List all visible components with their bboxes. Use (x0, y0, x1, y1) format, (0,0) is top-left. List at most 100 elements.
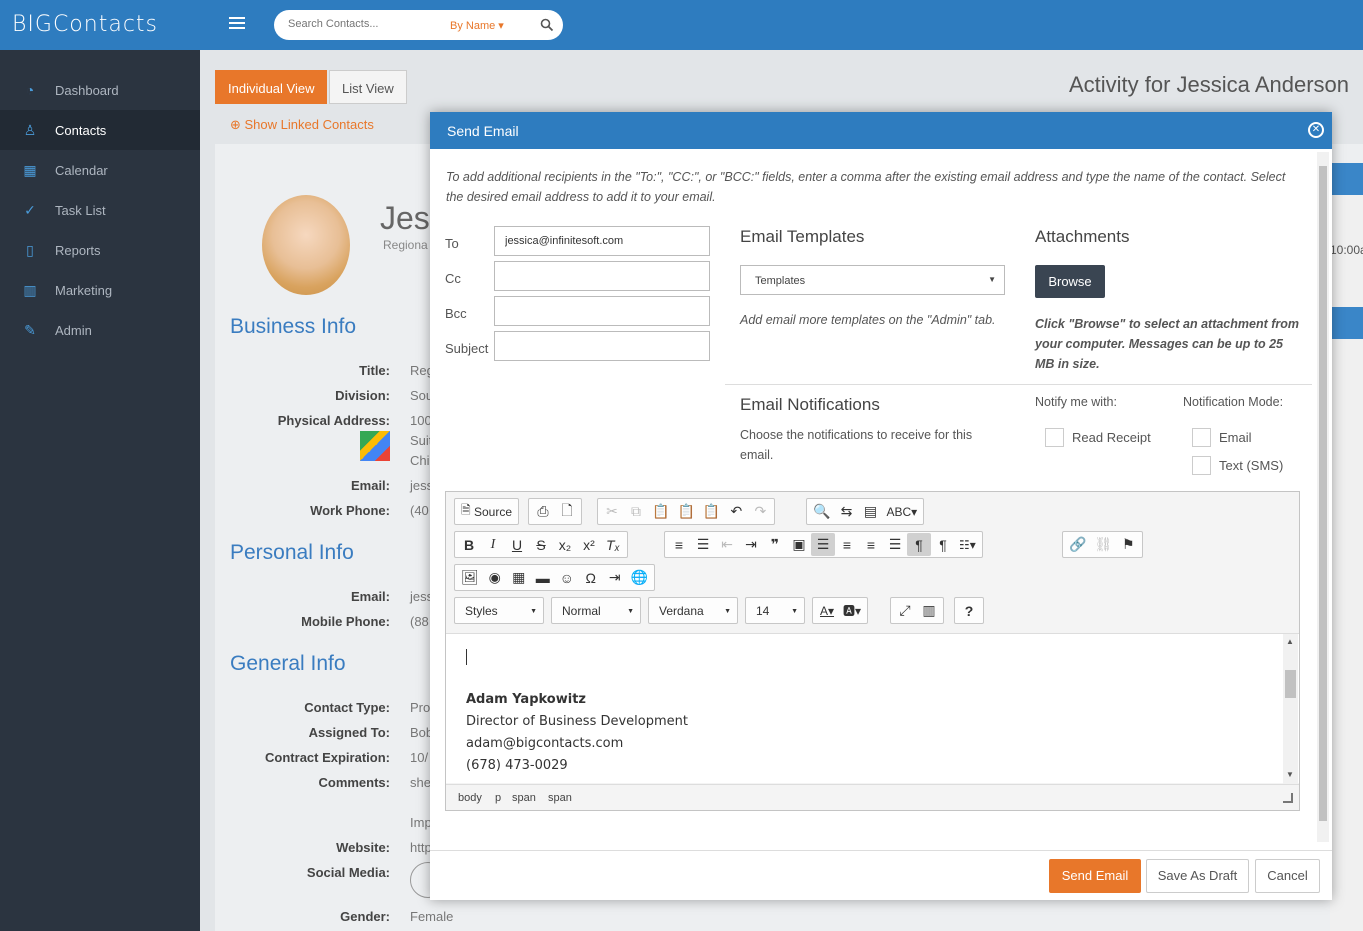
search-by-dropdown[interactable]: By Name ▾ (450, 19, 504, 32)
list-view-button[interactable]: List View (329, 70, 407, 104)
editor-content-area[interactable]: Adam Yapkowitz Director of Business Deve… (446, 633, 1299, 784)
align-left-icon[interactable]: ☰ (811, 533, 835, 556)
find-icon[interactable]: 🔍 (809, 500, 834, 523)
font-dropdown[interactable]: Verdana ▼ (648, 597, 738, 624)
flash-icon[interactable]: ◉ (483, 566, 507, 589)
paste-word-icon[interactable]: 📋 (699, 500, 724, 523)
sidebar-item-label: Contacts (55, 123, 107, 138)
italic-icon[interactable]: I (481, 533, 505, 556)
maximize-icon[interactable]: ⤢ (893, 599, 917, 622)
horizontal-line-icon[interactable]: ▬ (531, 566, 555, 589)
replace-icon[interactable]: ⇆ (834, 500, 858, 523)
background-color-icon[interactable]: 🅰▾ (839, 599, 865, 622)
show-linked-contacts-link[interactable]: ⊕ Show Linked Contacts (230, 117, 374, 133)
paste-icon[interactable]: 📋 (648, 500, 673, 523)
indent-icon[interactable]: ⇥ (739, 533, 763, 556)
sidebar-item-dashboard[interactable]: ◔ Dashboard (0, 70, 200, 110)
anchor-icon[interactable]: ⚑ (1116, 533, 1140, 556)
remove-format-icon[interactable]: Tₓ (601, 533, 625, 556)
path-item[interactable]: p (495, 792, 501, 804)
preview-icon[interactable]: 🗋 (555, 500, 579, 523)
print-icon[interactable]: ⎙ (531, 500, 555, 523)
spellcheck-icon[interactable]: ABC▾ (882, 500, 921, 523)
app-logo[interactable]: BIGContacts (12, 12, 158, 37)
cc-field[interactable] (494, 261, 710, 291)
language-icon[interactable]: ☷▾ (955, 533, 980, 556)
page-break-icon[interactable]: ⇥ (603, 566, 627, 589)
paste-text-icon[interactable]: 📋 (673, 500, 698, 523)
select-all-icon[interactable]: ▤ (858, 500, 882, 523)
sidebar-item-task-list[interactable]: ✓ Task List (0, 190, 200, 230)
read-receipt-checkbox[interactable] (1045, 428, 1064, 447)
browse-button[interactable]: Browse (1035, 265, 1105, 298)
search-input[interactable] (288, 18, 438, 30)
superscript-icon[interactable]: x² (577, 533, 601, 556)
bulleted-list-icon[interactable]: ☰ (691, 533, 715, 556)
styles-dropdown[interactable]: Styles ▼ (454, 597, 544, 624)
mode-email-checkbox[interactable] (1192, 428, 1211, 447)
align-right-icon[interactable]: ≡ (859, 533, 883, 556)
outdent-icon[interactable]: ⇤ (715, 533, 739, 556)
to-field[interactable] (494, 226, 710, 256)
redo-icon[interactable]: ↷ (748, 500, 772, 523)
special-char-icon[interactable]: Ω (579, 566, 603, 589)
sidebar-item-admin[interactable]: ✎ Admin (0, 310, 200, 350)
ltr-icon[interactable]: ¶ (907, 533, 931, 556)
attachments-heading: Attachments (1035, 227, 1130, 246)
signature-phone: (678) 473-0029 (466, 758, 568, 773)
path-item[interactable]: span (548, 792, 572, 804)
modal-scrollbar[interactable] (1317, 152, 1329, 842)
sidebar-item-contacts[interactable]: ♙ Contacts (0, 110, 200, 150)
cut-icon[interactable]: ✂ (600, 500, 624, 523)
unlink-icon[interactable]: ⛓ (1090, 533, 1116, 556)
align-center-icon[interactable]: ≡ (835, 533, 859, 556)
individual-view-button[interactable]: Individual View (215, 70, 328, 104)
scroll-down-icon[interactable]: ▼ (1286, 770, 1294, 779)
save-draft-button[interactable]: Save As Draft (1146, 859, 1249, 893)
subject-field[interactable] (494, 331, 710, 361)
sidebar-item-label: Calendar (55, 163, 108, 178)
templates-select[interactable]: Templates ▼ (740, 265, 1005, 295)
sidebar-item-reports[interactable]: ▯ Reports (0, 230, 200, 270)
strikethrough-icon[interactable]: S (529, 533, 553, 556)
bcc-field[interactable] (494, 296, 710, 326)
image-icon[interactable]: 🖼 (457, 566, 483, 589)
table-icon[interactable]: ▦ (507, 566, 531, 589)
editor-scrollbar[interactable]: ▲ ▼ (1283, 634, 1298, 784)
subscript-icon[interactable]: x₂ (553, 533, 577, 556)
cc-label: Cc (445, 271, 461, 286)
activity-time: 10:00a (1330, 243, 1363, 257)
format-dropdown[interactable]: Normal ▼ (551, 597, 641, 624)
blockquote-icon[interactable]: ❞ (763, 533, 787, 556)
iframe-icon[interactable]: 🌐 (627, 566, 652, 589)
website-value[interactable]: http (410, 840, 432, 855)
google-maps-icon[interactable] (360, 431, 390, 461)
rtl-icon[interactable]: ¶ (931, 533, 955, 556)
font-size-dropdown[interactable]: 14 ▼ (745, 597, 805, 624)
source-button[interactable]: 🗎 Source (457, 500, 516, 523)
search-icon[interactable] (540, 18, 554, 32)
menu-toggle-icon[interactable] (229, 17, 245, 31)
bold-icon[interactable]: B (457, 533, 481, 556)
sidebar-item-marketing[interactable]: ▥ Marketing (0, 270, 200, 310)
show-blocks-icon[interactable]: ▥ (917, 599, 941, 622)
numbered-list-icon[interactable]: ≡ (667, 533, 691, 556)
copy-icon[interactable]: ⧉ (624, 500, 648, 523)
help-icon[interactable]: ? (957, 599, 981, 622)
undo-icon[interactable]: ↶ (724, 500, 748, 523)
link-icon[interactable]: 🔗 (1065, 533, 1090, 556)
div-container-icon[interactable]: ▣ (787, 533, 811, 556)
justify-icon[interactable]: ☰ (883, 533, 907, 556)
path-item[interactable]: span (512, 792, 536, 804)
sidebar-item-calendar[interactable]: ▦ Calendar (0, 150, 200, 190)
close-icon[interactable]: ✕ (1308, 122, 1324, 138)
mode-sms-checkbox[interactable] (1192, 456, 1211, 475)
underline-icon[interactable]: U (505, 533, 529, 556)
send-email-button[interactable]: Send Email (1049, 859, 1141, 893)
smiley-icon[interactable]: ☺ (555, 566, 579, 589)
text-color-icon[interactable]: A▾ (815, 599, 839, 622)
scroll-up-icon[interactable]: ▲ (1286, 637, 1294, 646)
cancel-button[interactable]: Cancel (1255, 859, 1320, 893)
resize-handle-icon[interactable] (1283, 793, 1293, 803)
path-item[interactable]: body (458, 792, 482, 804)
